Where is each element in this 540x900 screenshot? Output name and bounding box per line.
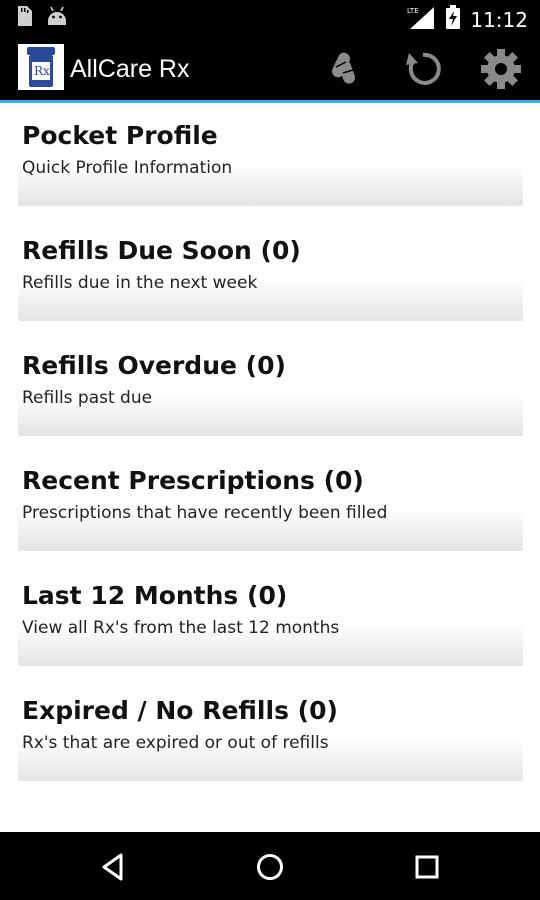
app-title: AllCare Rx bbox=[70, 55, 190, 83]
menu-item-subtitle: Quick Profile Information bbox=[22, 158, 233, 178]
menu-item-subtitle: Refills past due bbox=[22, 388, 153, 408]
settings-gear-icon[interactable] bbox=[480, 48, 522, 90]
android-icon bbox=[46, 6, 68, 31]
pill-capsules-icon[interactable] bbox=[323, 48, 365, 90]
menu-item-title: Expired / No Refills (0) bbox=[22, 696, 338, 725]
menu-item-title: Refills Due Soon (0) bbox=[22, 236, 301, 265]
menu-item-title: Pocket Profile bbox=[22, 121, 218, 150]
lte-signal-icon: LTE bbox=[406, 5, 436, 34]
menu-item-title: Recent Prescriptions (0) bbox=[22, 466, 364, 495]
battery-charging-icon bbox=[446, 5, 461, 34]
menu-item-expired-no-refills[interactable]: Expired / No Refills (0) Rx's that are e… bbox=[18, 686, 523, 781]
recents-icon[interactable] bbox=[410, 850, 444, 884]
clock: 11:12 bbox=[470, 7, 528, 32]
menu-item-last-12-months[interactable]: Last 12 Months (0) View all Rx's from th… bbox=[18, 571, 523, 666]
menu-item-title: Last 12 Months (0) bbox=[22, 581, 288, 610]
menu-item-refills-due-soon[interactable]: Refills Due Soon (0) Refills due in the … bbox=[18, 226, 523, 321]
status-bar: LTE 11:12 bbox=[0, 0, 540, 36]
sd-card-icon bbox=[16, 6, 32, 31]
menu-item-recent-prescriptions[interactable]: Recent Prescriptions (0) Prescriptions t… bbox=[18, 456, 523, 551]
navigation-bar bbox=[0, 832, 540, 900]
home-icon[interactable] bbox=[253, 850, 287, 884]
menu-item-subtitle: Refills due in the next week bbox=[22, 273, 258, 293]
menu-item-title: Refills Overdue (0) bbox=[22, 351, 286, 380]
menu-item-pocket-profile[interactable]: Pocket Profile Quick Profile Information bbox=[18, 111, 523, 206]
lte-label: LTE bbox=[407, 7, 419, 15]
menu-item-subtitle: Prescriptions that have recently been fi… bbox=[22, 503, 388, 523]
menu-list: Pocket Profile Quick Profile Information… bbox=[18, 111, 523, 801]
app-logo-icon[interactable]: Rx bbox=[18, 44, 64, 90]
logo-text: Rx bbox=[34, 64, 50, 78]
refresh-icon[interactable] bbox=[402, 48, 444, 90]
screen: LTE 11:12 Rx AllCare Rx Pocket Profile Q… bbox=[0, 0, 540, 900]
back-icon[interactable] bbox=[97, 850, 131, 884]
menu-item-refills-overdue[interactable]: Refills Overdue (0) Refills past due bbox=[18, 341, 523, 436]
action-bar-divider bbox=[0, 100, 540, 103]
menu-item-subtitle: View all Rx's from the last 12 months bbox=[22, 618, 340, 638]
menu-item-subtitle: Rx's that are expired or out of refills bbox=[22, 733, 329, 753]
